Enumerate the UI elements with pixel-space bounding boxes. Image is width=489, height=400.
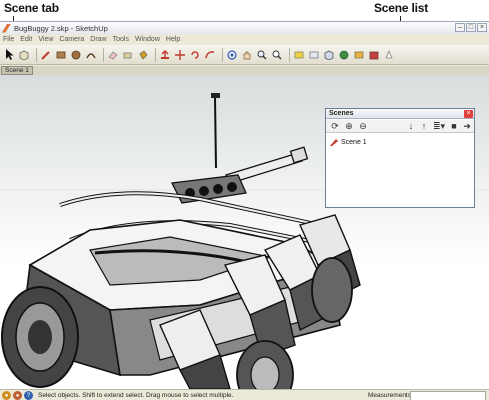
share-model-icon[interactable] [308,49,320,61]
title-bar: BugBuggy 2.skp - SketchUp – □ × [0,22,489,34]
status-hint: Select objects. Shift to extend select. … [38,392,234,399]
scene-tab-bar: Scene 1 [0,66,489,75]
window-controls: – □ × [455,23,487,32]
measurements-input[interactable] [410,391,486,400]
scenes-panel-titlebar[interactable]: Scenes × [326,109,474,119]
menu-draw[interactable]: Draw [90,36,106,43]
pencil-line-icon[interactable] [40,49,52,61]
follow-me-icon[interactable] [204,49,216,61]
make-component-icon[interactable] [18,49,30,61]
expand-panel-icon[interactable]: ➜ [462,121,472,131]
tape-measure-icon[interactable] [122,49,134,61]
arc-icon[interactable] [85,49,97,61]
zoom-extents-icon[interactable] [271,49,283,61]
close-icon[interactable]: × [464,110,473,118]
menu-window[interactable]: Window [135,36,160,43]
menu-bar: File Edit View Camera Draw Tools Window … [0,34,489,44]
scene-tab-scene-1[interactable]: Scene 1 [1,66,33,75]
zoom-icon[interactable] [256,49,268,61]
sketchup-app-icon [2,23,11,33]
rectangle-icon[interactable] [55,49,67,61]
measurements-label: Measurements [368,392,411,399]
menu-file[interactable]: File [3,36,14,43]
orbit-icon[interactable] [226,49,238,61]
get-models-icon[interactable] [293,49,305,61]
scenes-toolbar: ⟳ ⊕ ⊖ ↓ ↑ ≣▾ ■ ➜ [326,120,474,133]
circle-icon[interactable] [70,49,82,61]
move-scene-up-icon[interactable]: ↑ [419,121,429,131]
scene-list: Scene 1 [326,134,474,207]
modeling-viewport[interactable]: Scenes × ⟳ ⊕ ⊖ ↓ ↑ ≣▾ ■ ➜ Scene 1 [0,75,489,389]
menu-camera[interactable]: Camera [59,36,84,43]
extension-warehouse-icon[interactable] [368,49,380,61]
rotate-icon[interactable] [189,49,201,61]
callout-scene-list: Scene list [374,1,429,15]
move-icon[interactable] [174,49,186,61]
select-arrow-icon[interactable] [3,49,15,61]
geo-location-icon[interactable]: ● [2,391,11,400]
update-scene-icon[interactable]: ⟳ [330,121,340,131]
pan-hand-icon[interactable] [241,49,253,61]
scene-list-item-label: Scene 1 [341,139,367,146]
scenes-panel: Scenes × ⟳ ⊕ ⊖ ↓ ↑ ≣▾ ■ ➜ Scene 1 [325,108,475,208]
push-pull-icon[interactable] [159,49,171,61]
scene-list-item[interactable]: Scene 1 [330,139,367,146]
eraser-icon[interactable] [107,49,119,61]
move-scene-down-icon[interactable]: ↓ [406,121,416,131]
layout-icon[interactable] [383,49,395,61]
remove-scene-icon[interactable]: ⊖ [358,121,368,131]
menu-edit[interactable]: Edit [20,36,32,43]
view-options-icon[interactable]: ≣▾ [432,121,446,131]
status-bar: ● ● ? Select objects. Shift to extend se… [0,389,489,400]
menu-view[interactable]: View [38,36,53,43]
window-title: BugBuggy 2.skp - SketchUp [14,23,108,33]
help-icon[interactable]: ? [24,391,33,400]
sketchup-window: BugBuggy 2.skp - SketchUp – □ × File Edi… [0,21,489,400]
maximize-button[interactable]: □ [466,23,476,32]
credits-icon[interactable]: ● [13,391,22,400]
share-component-icon[interactable] [323,49,335,61]
show-details-icon[interactable]: ■ [449,121,459,131]
google-earth-icon[interactable] [338,49,350,61]
get-photo-texture-icon[interactable] [353,49,365,61]
callout-scene-tab: Scene tab [4,1,59,15]
main-toolbar [0,45,489,65]
close-window-button[interactable]: × [477,23,487,32]
menu-help[interactable]: Help [166,36,180,43]
menu-tools[interactable]: Tools [113,36,129,43]
add-scene-icon[interactable]: ⊕ [344,121,354,131]
scenes-panel-title: Scenes [329,110,354,117]
minimize-button[interactable]: – [455,23,465,32]
pencil-icon [330,139,338,146]
paint-bucket-icon[interactable] [137,49,149,61]
